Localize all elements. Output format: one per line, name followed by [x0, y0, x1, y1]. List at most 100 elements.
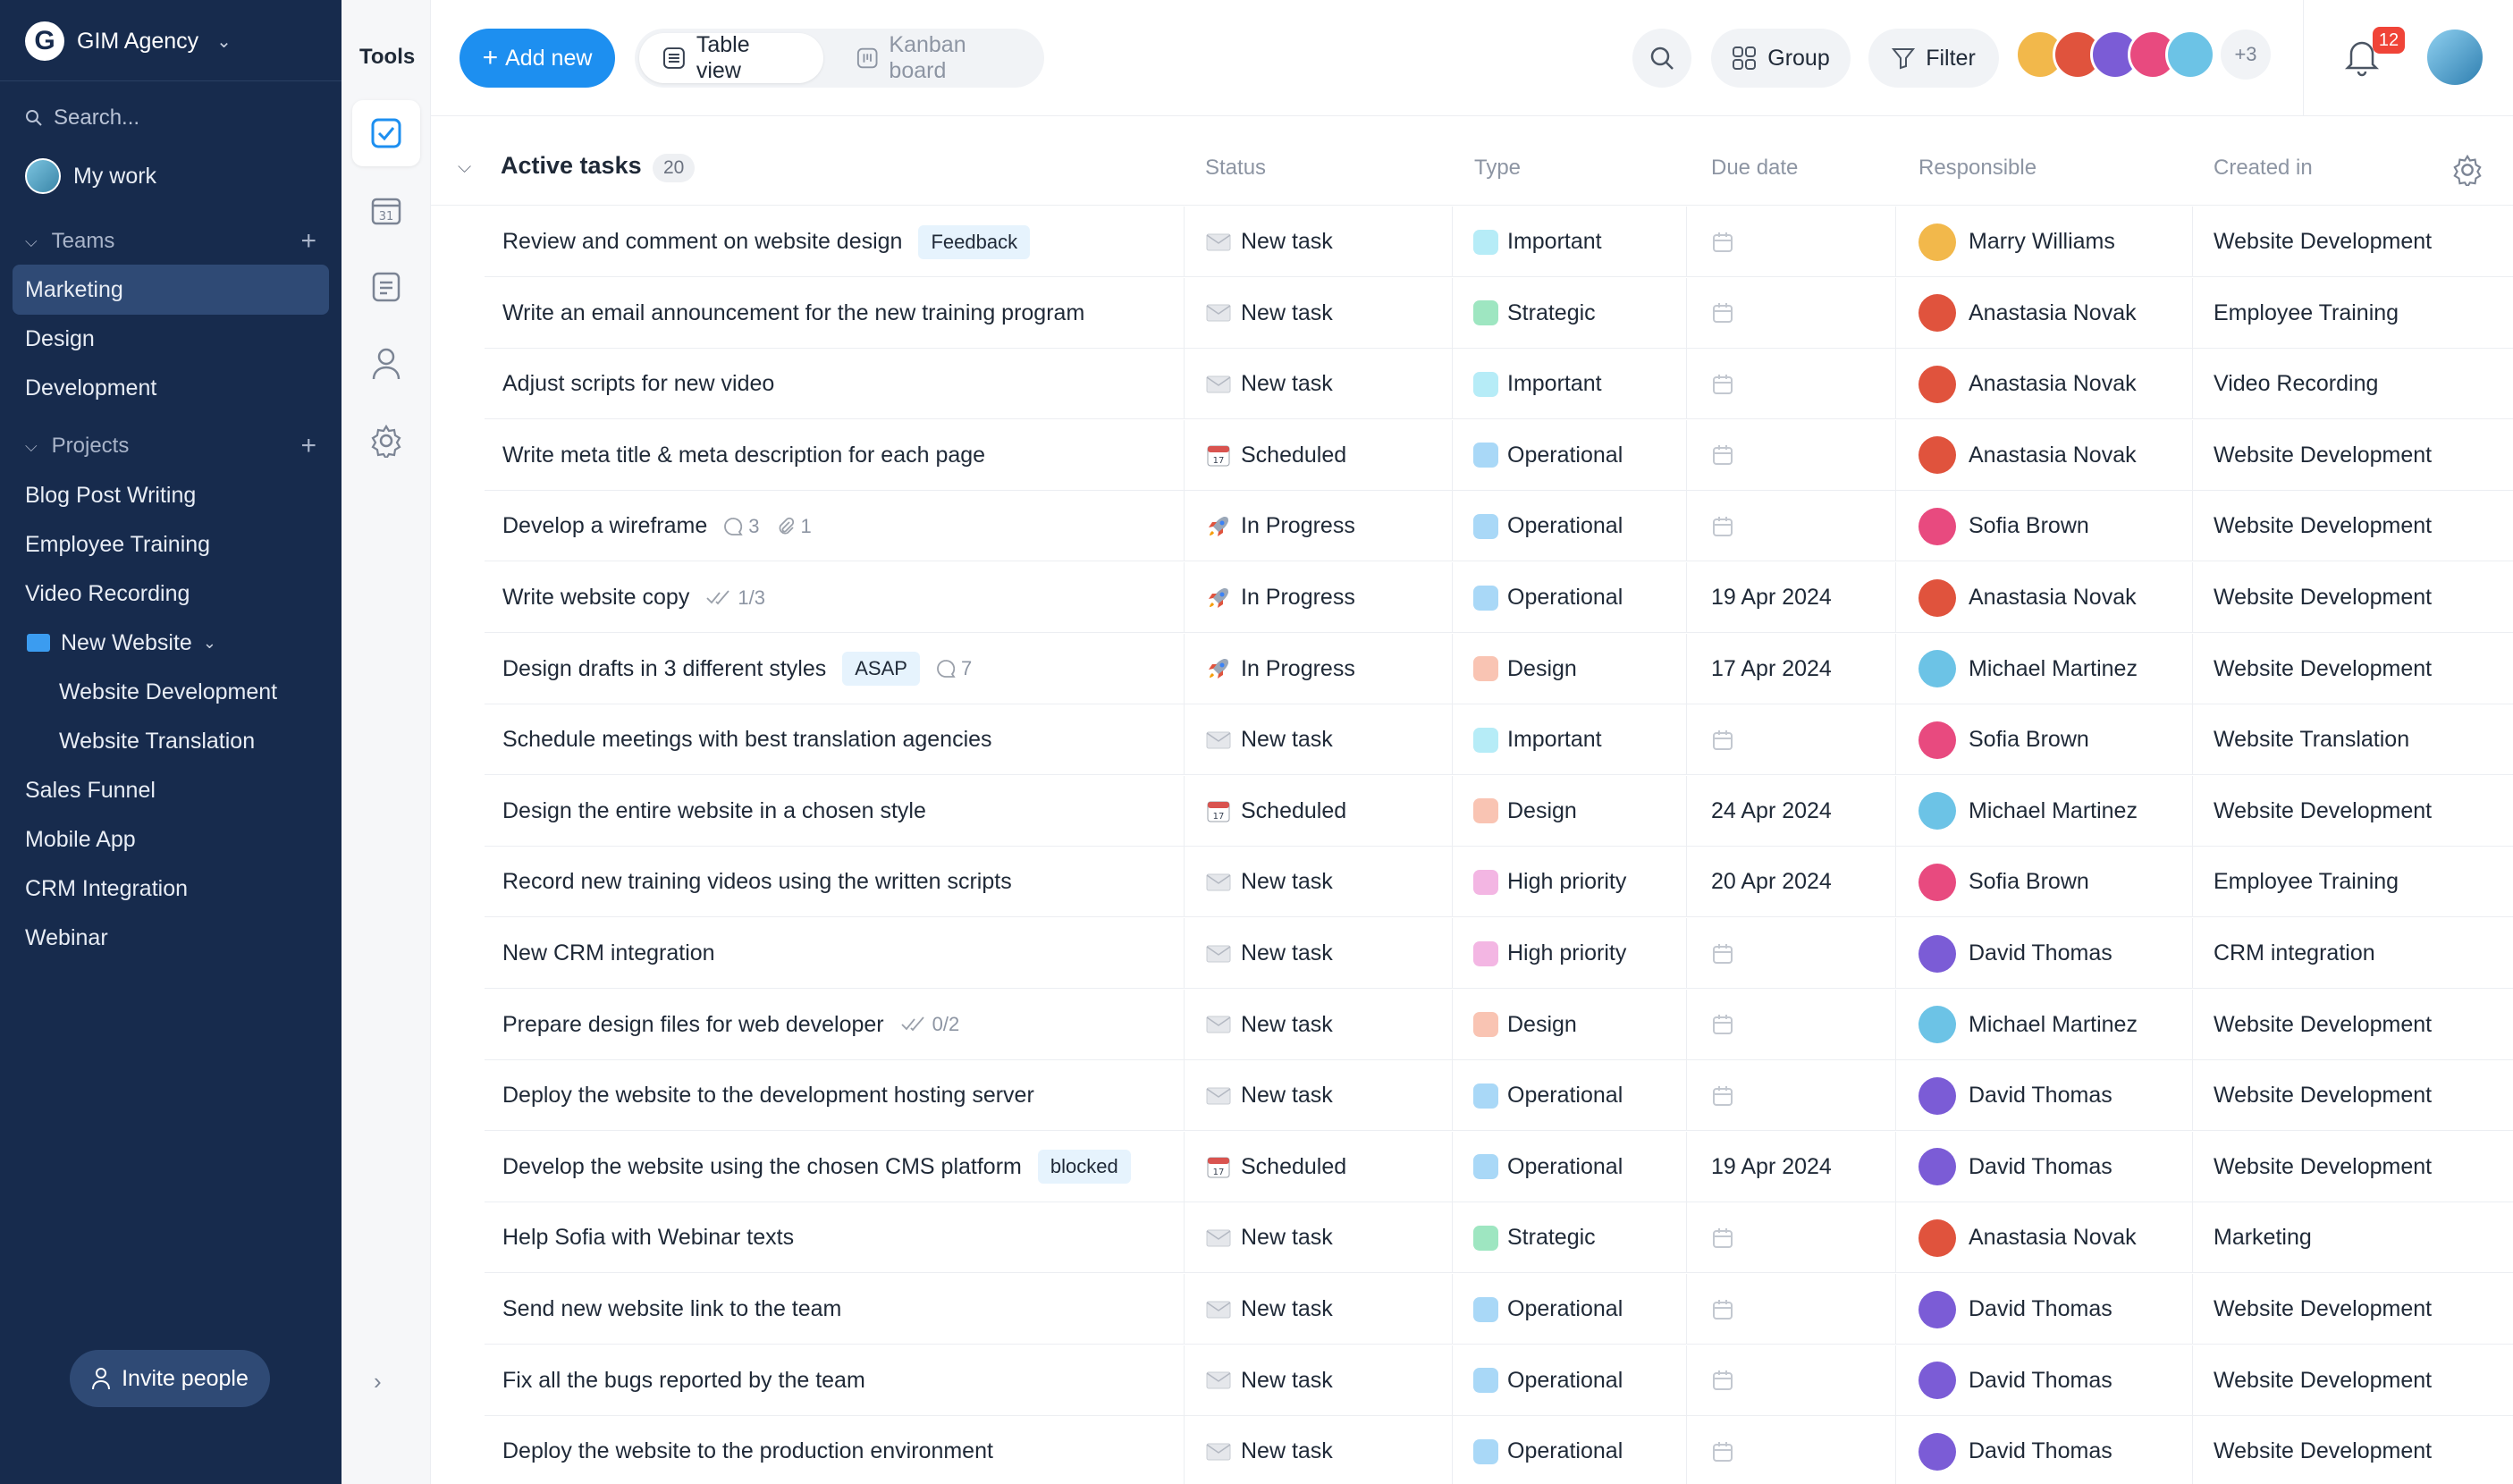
calendar-icon[interactable]	[1711, 729, 1734, 752]
due-date-cell[interactable]	[1711, 491, 1734, 561]
created-in-cell[interactable]: Website Development	[2214, 1416, 2432, 1484]
tool-calendar[interactable]: 31	[352, 177, 420, 243]
created-in-cell[interactable]: Employee Training	[2214, 847, 2399, 917]
type-cell[interactable]: Operational	[1473, 1345, 1623, 1416]
due-date-cell[interactable]	[1711, 349, 1734, 419]
team-avatars[interactable]: +3	[2015, 30, 2271, 87]
sidebar-item-development[interactable]: Development	[25, 370, 156, 406]
type-cell[interactable]: Operational	[1473, 491, 1623, 561]
table-row[interactable]: Review and comment on website design Feed…	[485, 207, 2513, 277]
comment-count[interactable]: 7	[936, 657, 972, 680]
sidebar-section-projects[interactable]: ⌵ Projects +	[25, 428, 316, 464]
sidebar-item-sales-funnel[interactable]: Sales Funnel	[25, 772, 156, 808]
table-row[interactable]: New CRM integration New task High priori…	[485, 918, 2513, 989]
responsible-cell[interactable]: David Thomas	[1918, 1060, 2112, 1131]
checklist-progress[interactable]: 0/2	[900, 1013, 959, 1036]
table-row[interactable]: Schedule meetings with best translation …	[485, 704, 2513, 776]
responsible-cell[interactable]: Sofia Brown	[1918, 491, 2089, 561]
status-cell[interactable]: New task	[1205, 1345, 1333, 1416]
type-cell[interactable]: Strategic	[1473, 1202, 1596, 1273]
responsible-cell[interactable]: Anastasia Novak	[1918, 1202, 2137, 1273]
created-in-cell[interactable]: CRM integration	[2214, 918, 2375, 989]
responsible-cell[interactable]: David Thomas	[1918, 1345, 2112, 1416]
due-date-cell[interactable]	[1711, 1274, 1734, 1345]
task-cell[interactable]: Adjust scripts for new video	[502, 349, 774, 419]
due-date-cell[interactable]: 20 Apr 2024	[1711, 847, 1832, 917]
due-date-cell[interactable]	[1711, 1202, 1734, 1273]
status-cell[interactable]: New task	[1205, 847, 1333, 917]
responsible-cell[interactable]: Anastasia Novak	[1918, 278, 2137, 349]
status-cell[interactable]: New task	[1205, 1274, 1333, 1345]
task-cell[interactable]: Write an email announcement for the new …	[502, 278, 1084, 349]
type-cell[interactable]: Strategic	[1473, 278, 1596, 349]
calendar-icon[interactable]	[1711, 1013, 1734, 1036]
due-date-cell[interactable]	[1711, 990, 1734, 1060]
table-row[interactable]: Deploy the website to the production env…	[485, 1416, 2513, 1484]
task-cell[interactable]: Fix all the bugs reported by the team	[502, 1345, 865, 1416]
created-in-cell[interactable]: Website Development	[2214, 420, 2432, 491]
tool-settings[interactable]	[352, 408, 420, 474]
due-date-cell[interactable]: 19 Apr 2024	[1711, 1132, 1832, 1202]
task-cell[interactable]: Help Sofia with Webinar texts	[502, 1202, 794, 1273]
column-header-created-in[interactable]: Created in	[2214, 156, 2313, 181]
tab-kanban-board[interactable]: Kanban board	[833, 32, 1044, 83]
group-button[interactable]: Group	[1711, 29, 1851, 88]
due-date-cell[interactable]: 24 Apr 2024	[1711, 776, 1832, 847]
task-cell[interactable]: Send new website link to the team	[502, 1274, 841, 1345]
due-date-cell[interactable]	[1711, 1416, 1734, 1484]
sidebar-item-website-development[interactable]: Website Development	[59, 674, 277, 710]
table-row[interactable]: Deploy the website to the development ho…	[485, 1060, 2513, 1132]
task-cell[interactable]: Develop a wireframe 3 1	[502, 491, 812, 561]
responsible-cell[interactable]: Anastasia Novak	[1918, 349, 2137, 419]
calendar-icon[interactable]	[1711, 301, 1734, 325]
table-row[interactable]: Develop the website using the chosen CMS…	[485, 1131, 2513, 1202]
checklist-progress[interactable]: 1/3	[705, 586, 765, 610]
search-button[interactable]	[1632, 29, 1691, 88]
sidebar-item-mobile-app[interactable]: Mobile App	[25, 822, 136, 857]
created-in-cell[interactable]: Website Development	[2214, 207, 2432, 277]
due-date-cell[interactable]: 19 Apr 2024	[1711, 562, 1832, 633]
sidebar-search[interactable]: Search...	[25, 105, 139, 131]
invite-people-button[interactable]: Invite people	[70, 1350, 270, 1407]
due-date-cell[interactable]	[1711, 918, 1734, 989]
status-cell[interactable]: In Progress	[1205, 634, 1355, 704]
task-cell[interactable]: Schedule meetings with best translation …	[502, 704, 992, 775]
responsible-cell[interactable]: Anastasia Novak	[1918, 420, 2137, 491]
attachment-count[interactable]: 1	[776, 515, 812, 538]
table-row[interactable]: Fix all the bugs reported by the team Ne…	[485, 1345, 2513, 1416]
created-in-cell[interactable]: Video Recording	[2214, 349, 2378, 419]
sidebar-item-webinar[interactable]: Webinar	[25, 920, 108, 956]
sidebar-item-blog-post-writing[interactable]: Blog Post Writing	[25, 477, 196, 513]
calendar-icon[interactable]	[1711, 515, 1734, 538]
type-cell[interactable]: Important	[1473, 207, 1602, 277]
due-date-cell[interactable]: 17 Apr 2024	[1711, 634, 1832, 704]
table-row[interactable]: Write an email announcement for the new …	[485, 277, 2513, 349]
created-in-cell[interactable]: Marketing	[2214, 1202, 2312, 1273]
status-cell[interactable]: In Progress	[1205, 562, 1355, 633]
gear-icon[interactable]	[2451, 154, 2483, 186]
responsible-cell[interactable]: Michael Martinez	[1918, 776, 2138, 847]
status-cell[interactable]: New task	[1205, 918, 1333, 989]
task-cell[interactable]: Write website copy 1/3	[502, 562, 765, 633]
responsible-cell[interactable]: David Thomas	[1918, 1416, 2112, 1484]
calendar-icon[interactable]	[1711, 373, 1734, 396]
comment-count[interactable]: 3	[723, 515, 760, 538]
type-cell[interactable]: Operational	[1473, 1060, 1623, 1131]
type-cell[interactable]: High priority	[1473, 918, 1626, 989]
responsible-cell[interactable]: David Thomas	[1918, 918, 2112, 989]
status-cell[interactable]: New task	[1205, 1202, 1333, 1273]
responsible-cell[interactable]: Michael Martinez	[1918, 634, 2138, 704]
table-row[interactable]: Design drafts in 3 different styles ASAP 7…	[485, 633, 2513, 704]
status-cell[interactable]: New task	[1205, 1416, 1333, 1484]
task-cell[interactable]: Deploy the website to the development ho…	[502, 1060, 1034, 1131]
type-cell[interactable]: Important	[1473, 704, 1602, 775]
task-cell[interactable]: New CRM integration	[502, 918, 715, 989]
sidebar-folder-new-website[interactable]: New Website ⌄	[27, 625, 216, 661]
more-avatars-count[interactable]: +3	[2221, 30, 2271, 80]
table-row[interactable]: Record new training videos using the wri…	[485, 847, 2513, 918]
add-team-icon[interactable]: +	[300, 226, 316, 257]
created-in-cell[interactable]: Website Development	[2214, 776, 2432, 847]
calendar-icon[interactable]	[1711, 231, 1734, 254]
calendar-icon[interactable]	[1711, 1084, 1734, 1108]
due-date-cell[interactable]	[1711, 207, 1734, 277]
